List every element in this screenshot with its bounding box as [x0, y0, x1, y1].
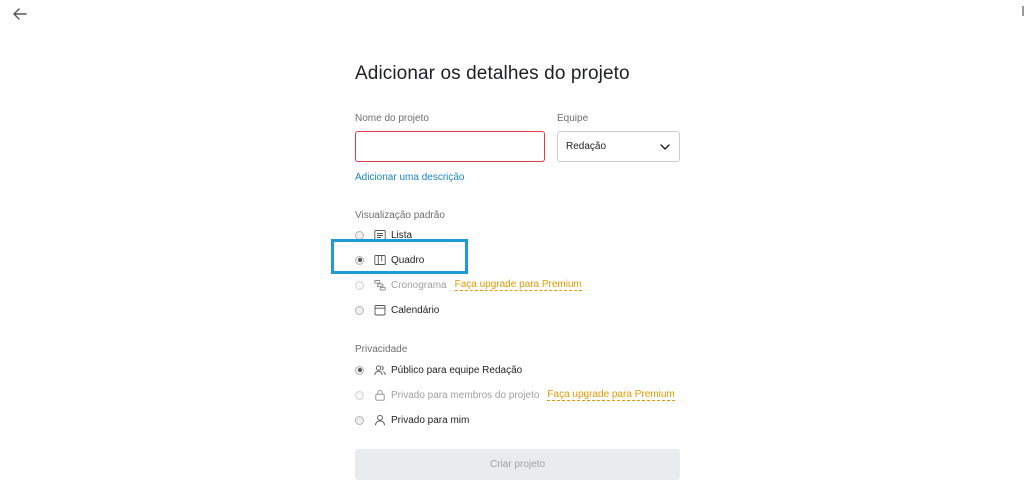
back-button[interactable] — [10, 4, 30, 24]
project-name-label: Nome do projeto — [355, 113, 429, 124]
privacy-option-me[interactable]: Privado para mim — [355, 412, 469, 428]
view-timeline-label: Cronograma — [391, 279, 447, 291]
view-option-timeline: Cronograma Faça upgrade para Premium — [355, 277, 582, 293]
privacy-members-label: Privado para membros do projeto — [391, 389, 540, 401]
privacy-option-team[interactable]: Público para equipe Redação — [355, 362, 522, 378]
page-title: Adicionar os detalhes do projeto — [355, 63, 630, 84]
highlight-box — [331, 239, 468, 274]
team-select-value: Redação — [566, 141, 607, 152]
privacy-option-members: Privado para membros do projeto Faça upg… — [355, 387, 675, 403]
view-calendar-radio[interactable] — [355, 305, 364, 315]
view-timeline-radio — [355, 280, 364, 290]
timeline-upgrade-link[interactable]: Faça upgrade para Premium — [454, 279, 582, 291]
project-name-input[interactable] — [355, 131, 545, 162]
privacy-team-radio[interactable] — [355, 365, 364, 375]
create-project-button[interactable]: Criar projeto — [355, 449, 680, 480]
calendar-icon — [373, 304, 386, 317]
team-icon — [373, 364, 386, 377]
team-select[interactable]: Redação — [557, 131, 680, 162]
default-view-label: Visualização padrão — [355, 210, 445, 221]
arrow-left-icon — [13, 8, 27, 20]
team-label: Equipe — [557, 113, 589, 124]
view-calendar-label: Calendário — [391, 304, 440, 316]
add-description-link[interactable]: Adicionar uma descrição — [355, 172, 465, 183]
view-option-calendar[interactable]: Calendário — [355, 302, 439, 318]
privacy-me-label: Privado para mim — [391, 414, 470, 426]
chevron-down-icon — [660, 143, 670, 150]
privacy-upgrade-link[interactable]: Faça upgrade para Premium — [547, 389, 675, 401]
privacy-members-radio — [355, 390, 364, 400]
privacy-team-label: Público para equipe Redação — [391, 364, 523, 376]
privacy-label: Privacidade — [355, 344, 408, 355]
timeline-icon — [373, 279, 386, 292]
lock-icon — [373, 389, 386, 402]
person-icon — [373, 414, 386, 427]
privacy-me-radio[interactable] — [355, 415, 364, 425]
